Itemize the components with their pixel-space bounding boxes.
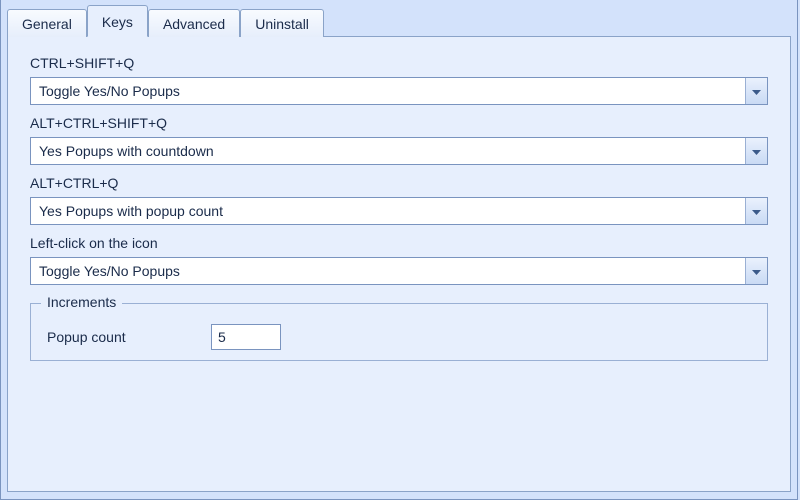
leftclick-label: Left-click on the icon: [30, 235, 768, 251]
tab-general[interactable]: General: [7, 9, 87, 37]
popup-count-row: Popup count: [47, 324, 751, 350]
chevron-down-icon: [752, 83, 761, 99]
popup-count-label: Popup count: [47, 329, 187, 345]
leftclick-group: Left-click on the icon Toggle Yes/No Pop…: [30, 235, 768, 285]
hotkey3-value: Yes Popups with popup count: [31, 198, 745, 224]
hotkey3-dropdown-button[interactable]: [745, 198, 767, 224]
hotkey1-group: CTRL+SHIFT+Q Toggle Yes/No Popups: [30, 55, 768, 105]
chevron-down-icon: [752, 143, 761, 159]
settings-window: General Keys Advanced Uninstall CTRL+SHI…: [0, 0, 798, 500]
hotkey1-dropdown-button[interactable]: [745, 78, 767, 104]
hotkey2-group: ALT+CTRL+SHIFT+Q Yes Popups with countdo…: [30, 115, 768, 165]
hotkey1-value: Toggle Yes/No Popups: [31, 78, 745, 104]
hotkey3-group: ALT+CTRL+Q Yes Popups with popup count: [30, 175, 768, 225]
leftclick-value: Toggle Yes/No Popups: [31, 258, 745, 284]
leftclick-combo[interactable]: Toggle Yes/No Popups: [30, 257, 768, 285]
tab-bar: General Keys Advanced Uninstall: [1, 0, 797, 36]
hotkey3-combo[interactable]: Yes Popups with popup count: [30, 197, 768, 225]
hotkey2-combo[interactable]: Yes Popups with countdown: [30, 137, 768, 165]
hotkey1-label: CTRL+SHIFT+Q: [30, 55, 768, 71]
increments-fieldset: Increments Popup count: [30, 303, 768, 361]
popup-count-input[interactable]: [211, 324, 281, 350]
hotkey2-dropdown-button[interactable]: [745, 138, 767, 164]
keys-panel: CTRL+SHIFT+Q Toggle Yes/No Popups ALT+CT…: [7, 36, 791, 492]
tab-uninstall[interactable]: Uninstall: [240, 9, 324, 37]
hotkey2-value: Yes Popups with countdown: [31, 138, 745, 164]
hotkey1-combo[interactable]: Toggle Yes/No Popups: [30, 77, 768, 105]
hotkey2-label: ALT+CTRL+SHIFT+Q: [30, 115, 768, 131]
leftclick-dropdown-button[interactable]: [745, 258, 767, 284]
tab-keys[interactable]: Keys: [87, 5, 148, 37]
tab-advanced[interactable]: Advanced: [148, 9, 240, 37]
hotkey3-label: ALT+CTRL+Q: [30, 175, 768, 191]
increments-legend: Increments: [41, 294, 122, 310]
chevron-down-icon: [752, 263, 761, 279]
chevron-down-icon: [752, 203, 761, 219]
